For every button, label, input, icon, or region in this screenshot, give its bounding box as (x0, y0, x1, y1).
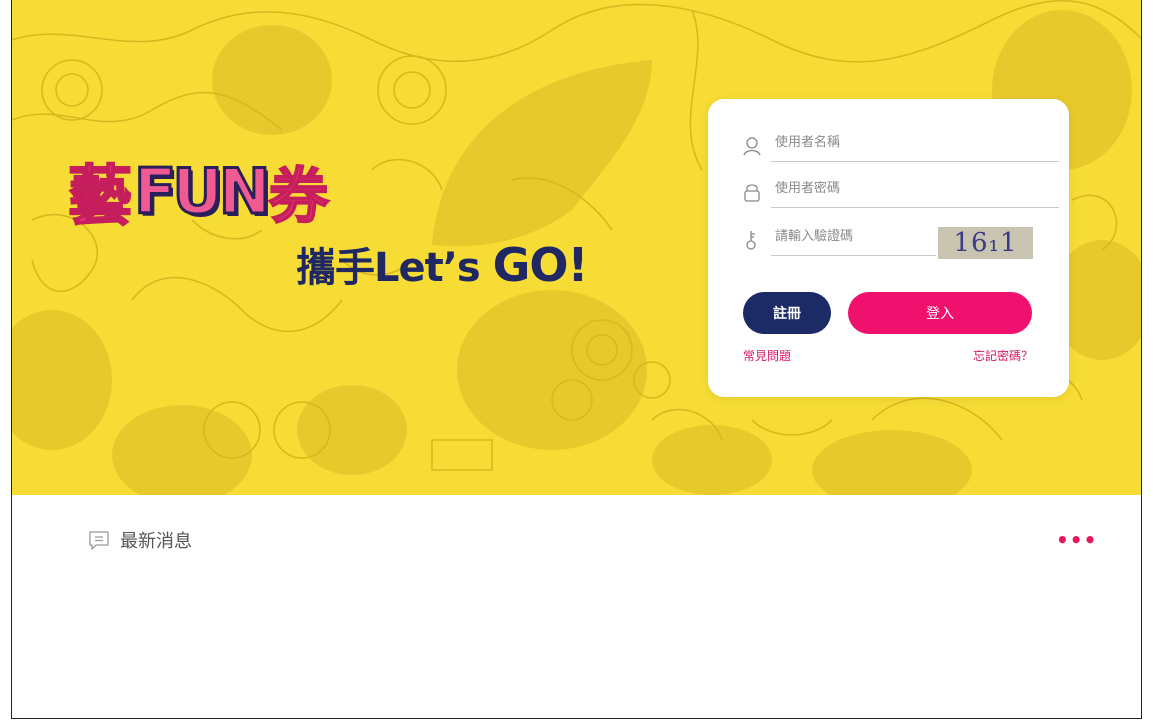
more-icon[interactable]: ••• (1056, 528, 1096, 552)
lock-icon (744, 184, 760, 202)
login-button[interactable]: 登入 (848, 292, 1032, 334)
brand-logo: 藝 FUN 券 攜手Let’s GO! (67, 145, 589, 295)
password-input[interactable] (775, 181, 1025, 196)
news-header: 最新消息 (88, 527, 192, 553)
news-title: 最新消息 (120, 531, 192, 552)
faq-link[interactable]: 常見問題 (743, 347, 791, 364)
message-icon (89, 531, 109, 550)
page-frame: 藝 FUN 券 攜手Let’s GO! 使用者名稱 請輸入驗證碼 16₁1 註冊… (11, 0, 1142, 719)
forgot-password-link[interactable]: 忘記密碼？ (973, 347, 1033, 364)
login-card: 16₁1 註冊 登入 常見問題 忘記密碼？ (708, 99, 1069, 397)
logo-tagline-main: 攜手Let’s (296, 245, 493, 291)
key-icon (746, 231, 756, 250)
hero-banner: 藝 FUN 券 攜手Let’s GO! 使用者名稱 請輸入驗證碼 16₁1 註冊… (12, 0, 1141, 495)
logo-yi: 藝 (67, 158, 133, 235)
logo-quan: 券 (268, 161, 330, 233)
logo-fun: FUN (133, 153, 273, 229)
logo-tagline-go: GO! (492, 238, 589, 292)
logo-tagline: 攜手Let’s GO! (296, 235, 589, 293)
captcha-image[interactable]: 16₁1 (938, 227, 1033, 259)
username-input[interactable] (775, 135, 1025, 150)
user-icon (743, 137, 761, 156)
register-button[interactable]: 註冊 (743, 292, 831, 334)
captcha-input[interactable] (775, 229, 925, 244)
